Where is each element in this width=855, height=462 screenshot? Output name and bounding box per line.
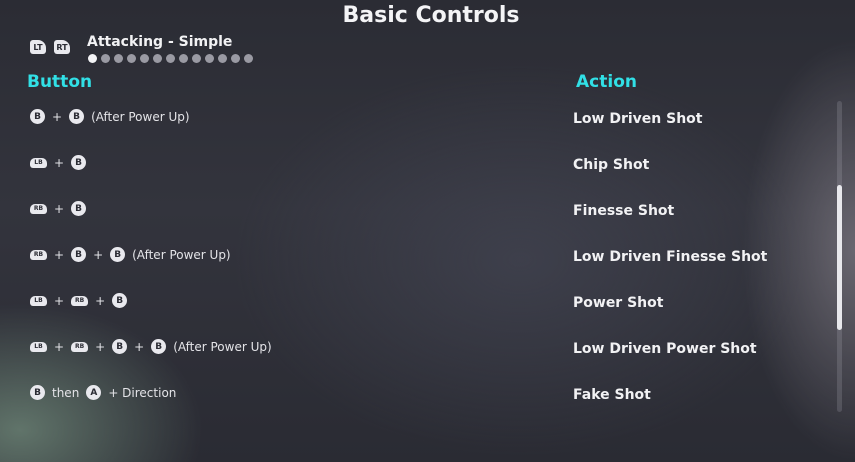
plus-sign: + — [54, 201, 65, 216]
b-button-icon: B — [71, 155, 87, 170]
plus-sign: + — [134, 339, 145, 354]
page-dot — [244, 54, 253, 63]
combo-note: (After Power Up) — [91, 109, 190, 124]
action-label: Power Shot — [573, 295, 664, 311]
rb-button-icon: RB — [71, 295, 89, 306]
control-row[interactable]: LB + B Chip Shot — [0, 146, 840, 192]
page-dot — [192, 54, 201, 63]
button-combo: B + B (After Power Up) — [30, 109, 190, 124]
plus-sign: + — [54, 155, 65, 170]
plus-sign: + — [54, 247, 65, 262]
button-column-header: Button — [27, 72, 93, 92]
plus-sign: + — [95, 293, 106, 308]
b-button-icon: B — [112, 293, 128, 308]
combo-note: + Direction — [108, 385, 177, 400]
rb-button-icon: RB — [30, 203, 47, 214]
action-label: Low Driven Shot — [573, 111, 703, 127]
control-row[interactable]: B + B (After Power Up) Low Driven Shot — [0, 100, 840, 146]
scrollbar-thumb[interactable] — [837, 185, 842, 330]
button-combo: RB + B + B (After Power Up) — [30, 247, 231, 262]
lb-button-icon: LB — [30, 295, 47, 306]
lt-button-icon[interactable]: LT — [30, 40, 46, 54]
scrollbar[interactable] — [837, 101, 842, 412]
action-label: Chip Shot — [573, 157, 650, 173]
controls-list[interactable]: B + B (After Power Up) Low Driven Shot LB + B Ch… — [0, 100, 840, 422]
combo-note: then — [52, 385, 80, 400]
rb-button-icon: RB — [30, 249, 47, 260]
button-combo: LB + RB + B — [30, 293, 128, 308]
b-button-icon: B — [71, 247, 87, 262]
button-combo: Bthen A + Direction — [30, 385, 176, 400]
page-dot — [127, 54, 136, 63]
plus-sign: + — [93, 247, 104, 262]
b-button-icon: B — [69, 109, 85, 124]
plus-sign: + — [54, 339, 65, 354]
action-column-header: Action — [576, 72, 637, 92]
b-button-icon: B — [30, 385, 45, 400]
page-dot — [205, 54, 214, 63]
page-dot — [101, 54, 110, 63]
plus-sign: + — [95, 339, 106, 354]
page-dot — [231, 54, 240, 63]
rb-button-icon: RB — [71, 341, 89, 352]
page-dot — [88, 54, 97, 63]
page-indicator — [88, 54, 253, 63]
category-title: Attacking - Simple — [87, 34, 233, 50]
button-combo: RB + B — [30, 201, 87, 216]
page-dot — [153, 54, 162, 63]
b-button-icon: B — [110, 247, 126, 262]
b-button-icon: B — [71, 201, 87, 216]
page-dot — [140, 54, 149, 63]
action-label: Fake Shot — [573, 387, 651, 403]
plus-sign: + — [54, 293, 65, 308]
combo-note: (After Power Up) — [173, 339, 272, 354]
action-label: Finesse Shot — [573, 203, 675, 219]
button-combo: LB + B — [30, 155, 87, 170]
page-title: Basic Controls — [342, 3, 520, 28]
action-label: Low Driven Finesse Shot — [573, 249, 768, 265]
page-dot — [179, 54, 188, 63]
lb-button-icon: LB — [30, 341, 47, 352]
rt-button-icon[interactable]: RT — [54, 40, 70, 54]
button-combo: LB + RB + B + B (After Power Up) — [30, 339, 272, 354]
control-row[interactable]: Bthen A + Direction Fake Shot — [0, 376, 840, 422]
b-button-icon: B — [151, 339, 167, 354]
page-switcher: LT RT — [30, 40, 70, 54]
page-dot — [218, 54, 227, 63]
combo-note: (After Power Up) — [132, 247, 231, 262]
control-row[interactable]: RB + B Finesse Shot — [0, 192, 840, 238]
b-button-icon: B — [112, 339, 128, 354]
page-dot — [166, 54, 175, 63]
action-label: Low Driven Power Shot — [573, 341, 757, 357]
page-dot — [114, 54, 123, 63]
a-button-icon: A — [86, 385, 102, 400]
plus-sign: + — [52, 109, 63, 124]
lb-button-icon: LB — [30, 157, 47, 168]
control-row[interactable]: LB + RB + B + B (After Power Up) Low Driven Powe… — [0, 330, 840, 376]
b-button-icon: B — [30, 109, 45, 124]
control-row[interactable]: RB + B + B (After Power Up) Low Driven Finesse… — [0, 238, 840, 284]
control-row[interactable]: LB + RB + B Power Shot — [0, 284, 840, 330]
